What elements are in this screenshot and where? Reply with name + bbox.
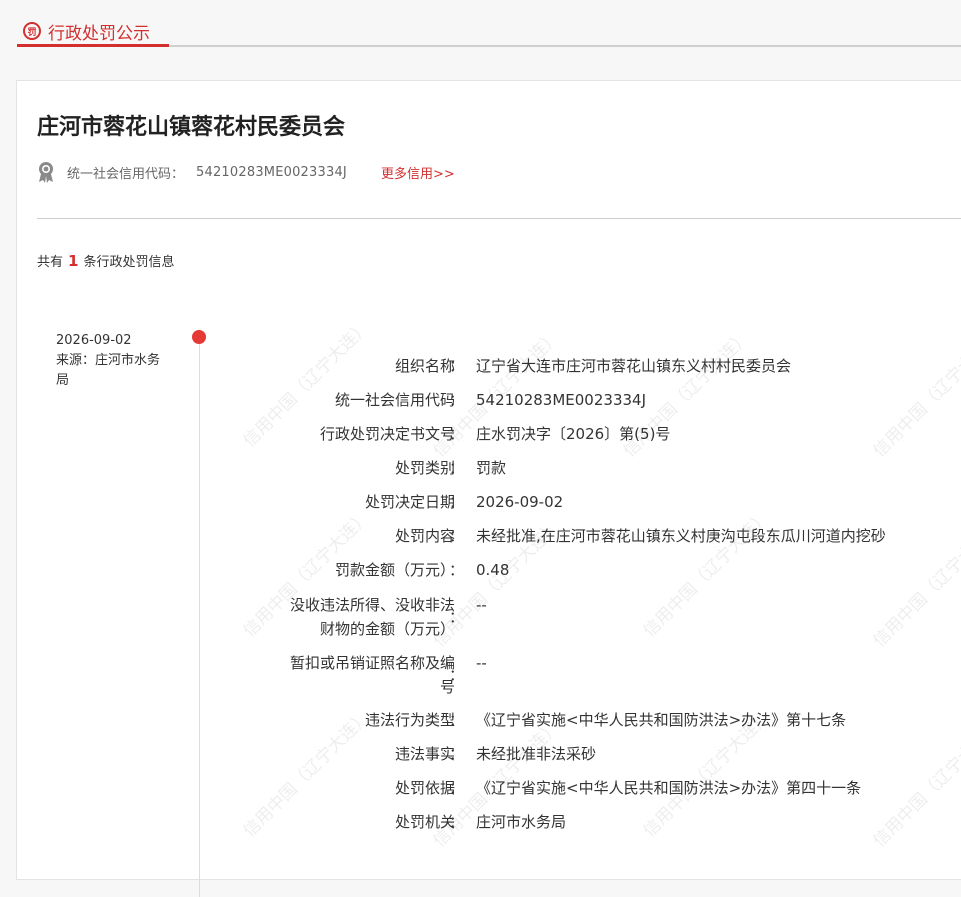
field-colon: ： xyxy=(449,813,465,831)
field-value: 罚款 xyxy=(476,459,507,477)
field-colon: ： xyxy=(449,666,465,684)
field-label: 违法事实 xyxy=(394,745,455,763)
field-value: 54210283ME0023334J xyxy=(476,391,646,409)
field-label: 处罚决定日期 xyxy=(364,493,455,511)
field-label: 处罚内容 xyxy=(394,527,455,545)
field-label: 处罚类别 xyxy=(394,459,455,477)
field-label-line: 没收违法所得、没收非法 xyxy=(289,596,455,614)
field-value: 未经批准非法采砂 xyxy=(476,745,597,763)
field-value: 《辽宁省实施<中华人民共和国防洪法>办法》第四十一条 xyxy=(476,779,862,797)
field-label: 罚款金额（万元） xyxy=(334,561,455,579)
penalty-badge-icon: 罚 xyxy=(23,22,41,40)
tab-administrative-penalty[interactable]: 罚 行政处罚公示 xyxy=(17,16,169,46)
tab-active-underline xyxy=(17,44,169,47)
field-value: 未经批准,在庄河市蓉花山镇东义村庚沟屯段东瓜川河道内挖砂 xyxy=(476,527,886,545)
tab-bar: 罚 行政处罚公示 xyxy=(0,0,961,60)
field-value: 0.48 xyxy=(476,561,510,579)
field-colon: ： xyxy=(449,459,465,477)
field-label: 违法行为类型 xyxy=(364,711,455,729)
field-value: 《辽宁省实施<中华人民共和国防洪法>办法》第十七条 xyxy=(476,711,847,729)
field-colon: ： xyxy=(449,357,465,375)
field-label-line: 号 xyxy=(439,678,455,696)
field-colon: ： xyxy=(449,711,465,729)
field-label: 暂扣或吊销证照名称及编号 xyxy=(290,651,455,699)
penalty-card: 庄河市蓉花山镇蓉花村民委员会 统一社会信用代码： 54210283ME00233… xyxy=(16,80,961,897)
field-colon: ： xyxy=(449,779,465,797)
field-colon: ： xyxy=(449,425,465,443)
field-value: 庄河市水务局 xyxy=(476,813,567,831)
field-label: 组织名称 xyxy=(394,357,455,375)
field-colon: ： xyxy=(449,608,465,626)
field-value: -- xyxy=(476,654,487,672)
field-colon: ： xyxy=(449,745,465,763)
field-colon: ： xyxy=(449,493,465,511)
field-label: 处罚机关 xyxy=(394,813,455,831)
field-label: 统一社会信用代码 xyxy=(334,391,455,409)
field-label: 没收违法所得、没收非法财物的金额（万元） xyxy=(290,593,455,641)
field-value: 庄水罚决字〔2026〕第(5)号 xyxy=(476,425,671,443)
field-colon: ： xyxy=(449,527,465,545)
field-label-line: 暂扣或吊销证照名称及编 xyxy=(289,654,455,672)
field-label-line: 财物的金额（万元） xyxy=(319,620,455,638)
field-colon: ： xyxy=(449,561,465,579)
field-label: 行政处罚决定书文号 xyxy=(319,425,455,443)
field-colon: ： xyxy=(449,391,465,409)
tab-title: 行政处罚公示 xyxy=(48,23,150,44)
tab-rule xyxy=(169,45,961,47)
field-value: -- xyxy=(476,596,487,614)
field-value: 2026-09-02 xyxy=(476,493,564,511)
field-label: 处罚依据 xyxy=(394,779,455,797)
field-value: 辽宁省大连市庄河市蓉花山镇东义村村民委员会 xyxy=(476,357,792,375)
record-fields: 组织名称：辽宁省大连市庄河市蓉花山镇东义村村民委员会 统一社会信用代码： 54210… xyxy=(17,81,961,881)
